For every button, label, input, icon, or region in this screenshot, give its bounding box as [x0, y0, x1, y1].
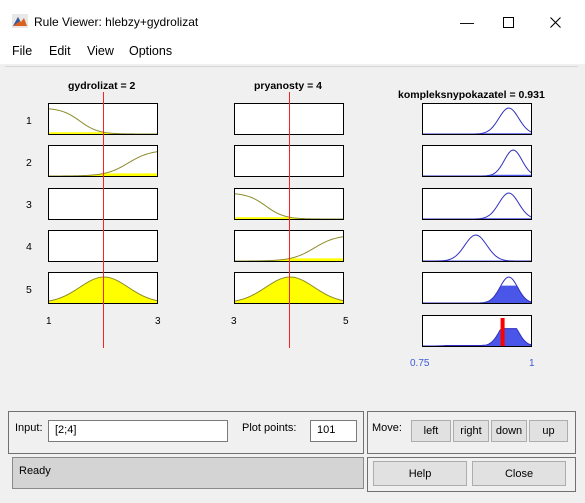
plot-points-field[interactable]: 101: [310, 420, 357, 442]
menu-options[interactable]: Options: [129, 44, 172, 58]
input2-value-line[interactable]: [289, 92, 290, 348]
status-bar: Ready: [12, 457, 364, 489]
plot-points-label: Plot points:: [242, 422, 297, 434]
close-icon: [549, 16, 561, 28]
minimize-button[interactable]: —: [449, 10, 485, 34]
minimize-icon: —: [460, 14, 474, 30]
output-rule-1-mf: [422, 103, 532, 135]
input-field[interactable]: [2;4]: [48, 420, 228, 442]
maximize-icon: [502, 16, 514, 28]
output-range-max: 1: [529, 358, 535, 369]
menu-view[interactable]: View: [87, 44, 114, 58]
rule-number[interactable]: 4: [26, 241, 32, 253]
maximize-button[interactable]: [490, 10, 526, 34]
output-rule-3-mf-curve: [423, 192, 531, 219]
help-button[interactable]: Help: [373, 461, 467, 486]
rule-number[interactable]: 1: [26, 115, 32, 127]
rule-viewer-window: Rule Viewer: hlebzy+gydrolizat — File Ed…: [0, 0, 585, 503]
output-rule-3-mf: [422, 188, 532, 220]
output-rule-4-mf: [422, 230, 532, 262]
rule-number[interactable]: 3: [26, 199, 32, 211]
menu-file[interactable]: File: [12, 44, 32, 58]
close-button[interactable]: Close: [472, 461, 566, 486]
input1-label: gydrolizat = 2: [68, 80, 136, 92]
move-right-button[interactable]: right: [453, 420, 489, 442]
output-aggregate-curve: [423, 318, 531, 346]
input2-range-max: 5: [343, 316, 349, 327]
output-rule-2-mf-curve: [423, 149, 531, 176]
input-label: Input:: [15, 422, 43, 434]
input1-range-min: 1: [46, 316, 52, 327]
input1-range-max: 3: [155, 316, 161, 327]
input1-value-line[interactable]: [103, 92, 104, 348]
output-range-min: 0.75: [410, 358, 430, 369]
move-label: Move:: [372, 422, 402, 434]
output-rule-5-mf-curve: [423, 276, 531, 303]
matlab-app-icon: [12, 14, 28, 28]
status-text: Ready: [19, 465, 51, 477]
input2-range-min: 3: [231, 316, 237, 327]
output-aggregate: [422, 315, 532, 347]
output-label: kompleksnypokazatel = 0.931: [398, 89, 545, 101]
output-result-marker: [500, 318, 505, 346]
move-down-button[interactable]: down: [491, 420, 527, 442]
close-window-button[interactable]: [537, 10, 573, 34]
menu-edit[interactable]: Edit: [49, 44, 71, 58]
window-title: Rule Viewer: hlebzy+gydrolizat: [34, 15, 199, 29]
title-bar: Rule Viewer: hlebzy+gydrolizat —: [0, 0, 585, 40]
rule-number[interactable]: 2: [26, 157, 32, 169]
output-rule-2-mf: [422, 145, 532, 177]
output-rule-4-mf-curve: [423, 234, 531, 261]
move-left-button[interactable]: left: [411, 420, 451, 442]
input2-label: pryanosty = 4: [254, 80, 322, 92]
output-rule-1-mf-curve: [423, 107, 531, 134]
output-rule-5-mf: [422, 272, 532, 304]
rule-number[interactable]: 5: [26, 284, 32, 296]
move-up-button[interactable]: up: [529, 420, 568, 442]
